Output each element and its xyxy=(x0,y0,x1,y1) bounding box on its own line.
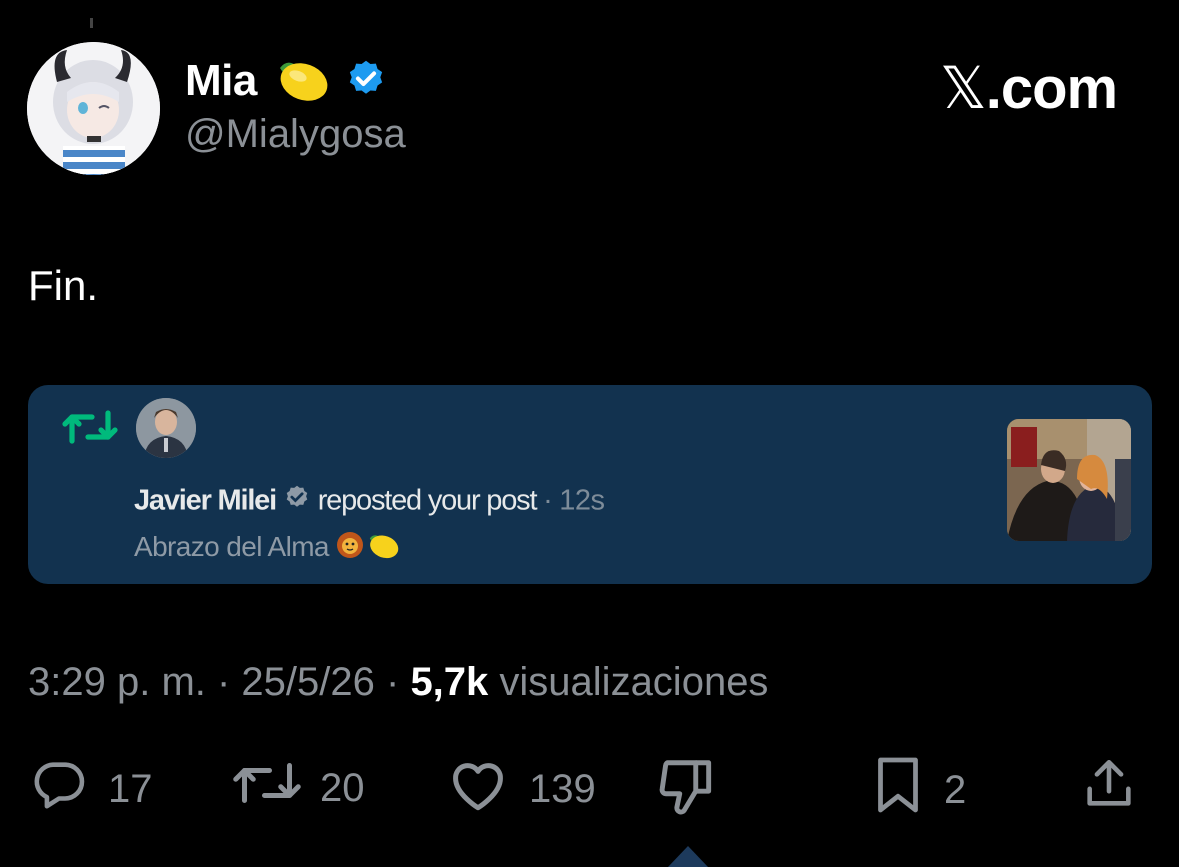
reply-count: 17 xyxy=(108,766,153,811)
notification-post-preview: Abrazo del Alma xyxy=(134,530,402,567)
notification-separator: · xyxy=(543,484,553,517)
post-date: 25/5/26 xyxy=(241,660,375,704)
lemon-icon xyxy=(364,530,402,567)
views-count[interactable]: 5,7k xyxy=(410,660,488,704)
lemon-icon xyxy=(272,54,332,109)
author-name[interactable]: Mia xyxy=(185,56,257,106)
repost-icon xyxy=(62,405,118,454)
repost-icon xyxy=(232,755,302,821)
author-avatar[interactable] xyxy=(27,42,160,175)
post-time: 3:29 p. m. xyxy=(28,660,206,704)
bookmark-button[interactable]: 2 xyxy=(870,755,966,825)
notification-action: reposted your post xyxy=(317,484,538,517)
dislike-button[interactable] xyxy=(656,755,720,827)
post-thumbnail xyxy=(1007,419,1131,541)
share-icon xyxy=(1080,755,1138,823)
repost-button[interactable]: 20 xyxy=(232,755,365,821)
post-text: Fin. xyxy=(28,262,99,309)
x-logo-domain: .com xyxy=(985,56,1118,121)
verified-badge-icon xyxy=(283,484,311,520)
verified-badge-icon xyxy=(344,58,388,107)
reply-button[interactable]: 17 xyxy=(28,755,153,823)
heart-icon xyxy=(445,755,511,823)
repost-count: 20 xyxy=(320,765,365,810)
like-button[interactable]: 139 xyxy=(445,755,596,823)
views-label: visualizaciones xyxy=(488,660,769,704)
author-handle[interactable]: @Mialygosa xyxy=(185,112,406,157)
status-tick xyxy=(90,18,93,28)
x-com-logo: 𝕏.com xyxy=(940,54,1118,122)
meta-separator: · xyxy=(205,660,242,704)
like-count: 139 xyxy=(529,766,596,811)
share-button[interactable] xyxy=(1080,755,1138,823)
reply-icon xyxy=(28,755,90,823)
lion-icon xyxy=(336,531,364,566)
x-logo-mark: 𝕏 xyxy=(940,54,987,122)
thumbs-down-icon xyxy=(656,755,720,827)
notification-time: 12s xyxy=(559,484,605,517)
preview-text: Abrazo del Alma xyxy=(134,530,329,562)
bookmark-count: 2 xyxy=(944,767,967,812)
reposter-avatar xyxy=(136,398,196,458)
post-meta: 3:29 p. m. · 25/5/26 · 5,7k visualizacio… xyxy=(28,660,768,705)
bookmark-icon xyxy=(870,755,926,825)
meta-separator: · xyxy=(374,660,411,704)
reposter-name: Javier Milei xyxy=(134,484,277,517)
notification-headline: Javier Milei reposted your post · 12s xyxy=(134,484,605,520)
scroll-caret xyxy=(668,846,708,867)
